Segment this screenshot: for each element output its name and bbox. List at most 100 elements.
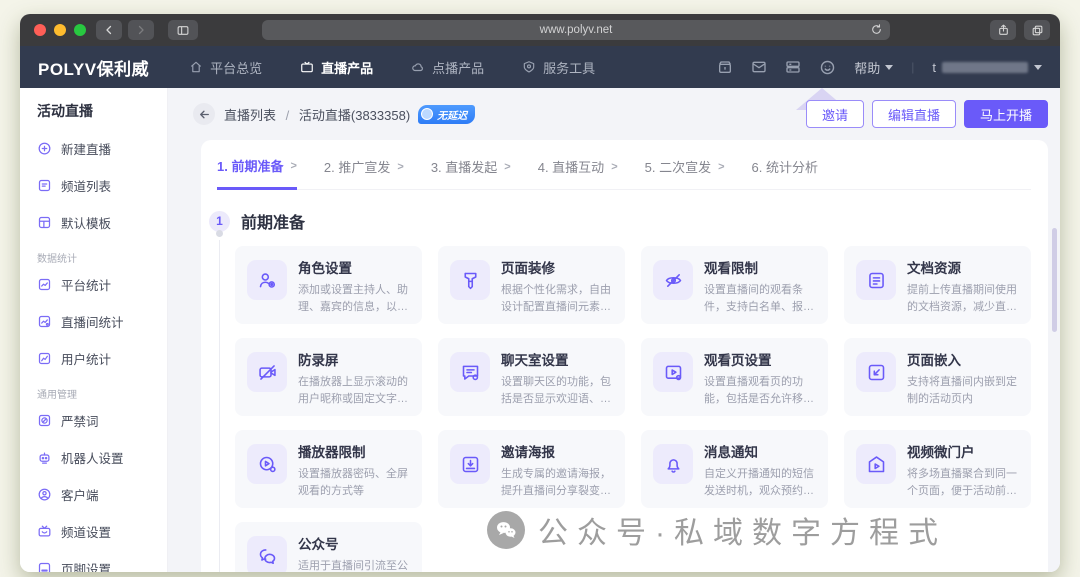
arrow-left-icon xyxy=(198,108,211,121)
sidebar-item-channel-settings[interactable]: 频道设置 xyxy=(37,513,161,550)
sidebar: 活动直播 新建直播 频道列表 默认模板 数据统计 平台统计 xyxy=(20,88,168,572)
sidebar-item-footer-settings[interactable]: 页脚设置 xyxy=(37,550,161,572)
card-anti-screen-record[interactable]: 防录屏在播放器上显示滚动的用户昵称或固定文字，达到防… xyxy=(235,338,422,416)
header-buttons: 邀请 编辑直播 马上开播 xyxy=(806,100,1048,128)
sidebar-toggle-button[interactable] xyxy=(168,20,198,40)
console-icon[interactable] xyxy=(785,59,801,75)
chevron-right-icon: > xyxy=(397,161,403,173)
sidebar-item-client[interactable]: 客户端 xyxy=(37,476,161,513)
address-bar[interactable]: www.polyv.net xyxy=(262,20,890,40)
home-icon xyxy=(189,60,203,74)
chevron-right-icon: > xyxy=(504,161,510,173)
robot-icon xyxy=(37,450,52,465)
chat-settings-icon xyxy=(450,352,490,392)
start-live-button[interactable]: 马上开播 xyxy=(964,100,1048,128)
nav-item-vod-products[interactable]: 点播产品 xyxy=(411,58,484,77)
back-circle-button[interactable] xyxy=(193,103,215,125)
edit-live-button[interactable]: 编辑直播 xyxy=(872,100,956,128)
tab-promotion[interactable]: 2. 推广宣发> xyxy=(324,156,404,189)
breadcrumb-current: 活动直播(3833358) xyxy=(299,108,410,123)
storage-box-icon[interactable] xyxy=(717,59,733,75)
screenshot-stage: www.polyv.net POLYV保利威 平台总览 直播产品 xyxy=(0,0,1080,577)
page-header: 直播列表 / 活动直播(3833358) 无延迟 邀请 编辑直播 马上开播 xyxy=(168,88,1060,140)
card-message-notification[interactable]: 消息通知自定义开播通知的短信发送时机，观众预约直播后，… xyxy=(641,430,828,508)
tools-icon xyxy=(522,60,536,74)
chart-icon xyxy=(37,314,52,329)
card-invite-poster[interactable]: 邀请海报生成专属的邀请海报，提升直播间分享裂变的效果 xyxy=(438,430,625,508)
watermark-text: 公众号·私域数字方程式 xyxy=(538,508,947,552)
tab-analytics[interactable]: 6. 统计分析 xyxy=(752,156,818,189)
chevron-left-icon xyxy=(103,24,115,36)
forbidden-icon xyxy=(37,413,52,428)
channel-settings-icon xyxy=(37,524,52,539)
portal-icon xyxy=(856,444,896,484)
sidebar-item-platform-stats[interactable]: 平台统计 xyxy=(37,266,161,303)
card-role-settings[interactable]: 角色设置添加或设置主持人、助理、嘉宾的信息，以及新增助… xyxy=(235,246,422,324)
share-button[interactable] xyxy=(990,20,1016,40)
minimize-window-button[interactable] xyxy=(54,24,66,36)
app-top-nav: POLYV保利威 平台总览 直播产品 点播产品 服务工具 xyxy=(20,46,1060,88)
url-text: www.polyv.net xyxy=(540,24,613,36)
card-page-embed[interactable]: 页面嵌入支持将直播间内嵌到定制的活动页内 xyxy=(844,338,1031,416)
zoom-window-button[interactable] xyxy=(74,24,86,36)
sidebar-item-user-stats[interactable]: 用户统计 xyxy=(37,340,161,377)
customer-service-icon[interactable] xyxy=(819,59,836,76)
account-menu[interactable]: t xyxy=(932,60,1042,75)
timeline-line xyxy=(219,240,220,572)
timeline-dot xyxy=(216,230,223,237)
breadcrumb-root[interactable]: 直播列表 xyxy=(224,108,276,123)
chevron-right-icon: > xyxy=(611,161,617,173)
template-icon xyxy=(37,215,52,230)
card-chatroom-settings[interactable]: 聊天室设置设置聊天区的功能，包括是否显示欢迎语、是否支持… xyxy=(438,338,625,416)
sidebar-item-robot-settings[interactable]: 机器人设置 xyxy=(37,439,161,476)
close-window-button[interactable] xyxy=(34,24,46,36)
vod-icon xyxy=(411,60,425,74)
polyv-logo[interactable]: POLYV保利威 xyxy=(38,55,149,80)
step-tabs: 1. 前期准备> 2. 推广宣发> 3. 直播发起> 4. 直播互动> 5. 二… xyxy=(217,140,1031,190)
decorate-icon xyxy=(450,260,490,300)
back-button[interactable] xyxy=(96,20,122,40)
invite-button[interactable]: 邀请 xyxy=(806,100,864,128)
nav-item-live-products[interactable]: 直播产品 xyxy=(300,58,373,77)
card-watch-page-settings[interactable]: 观看页设置设置直播观看页的功能，包括是否允许移动端观看等 xyxy=(641,338,828,416)
sidebar-section-stats: 数据统计 xyxy=(37,250,161,265)
browser-titlebar: www.polyv.net xyxy=(20,14,1060,46)
card-page-decoration[interactable]: 页面装修根据个性化需求，自由设计配置直播间元素。支持自… xyxy=(438,246,625,324)
scrollbar-thumb[interactable] xyxy=(1052,228,1057,332)
help-menu[interactable]: 帮助 xyxy=(854,58,893,77)
share-icon xyxy=(997,23,1010,37)
mail-icon[interactable] xyxy=(751,59,767,75)
channel-list-icon xyxy=(37,178,52,193)
traffic-lights xyxy=(34,24,86,36)
card-document-resources[interactable]: 文档资源提前上传直播期间使用的文档资源，减少直播中的失… xyxy=(844,246,1031,324)
chevron-right-icon: > xyxy=(718,161,724,173)
tab-launch[interactable]: 3. 直播发起> xyxy=(431,156,511,189)
sidebar-item-banned-words[interactable]: 严禁词 xyxy=(37,402,161,439)
tab-repromotion[interactable]: 5. 二次宣发> xyxy=(645,156,725,189)
sidebar-item-new-live[interactable]: 新建直播 xyxy=(37,130,161,167)
nav-item-platform-overview[interactable]: 平台总览 xyxy=(189,58,262,77)
card-player-restriction[interactable]: 播放器限制设置播放器密码、全屏观看的方式等 xyxy=(235,430,422,508)
sidebar-item-channel-list[interactable]: 频道列表 xyxy=(37,167,161,204)
bell-icon xyxy=(653,444,693,484)
embed-icon xyxy=(856,352,896,392)
reload-icon[interactable] xyxy=(870,23,883,36)
tab-preparation[interactable]: 1. 前期准备> xyxy=(217,156,297,190)
tabs-icon xyxy=(1031,24,1044,37)
forward-button[interactable] xyxy=(128,20,154,40)
card-video-portal[interactable]: 视频微门户将多场直播聚合到同一个页面，便于活动前期的宣发… xyxy=(844,430,1031,508)
watermark: 公众号·私域数字方程式 xyxy=(487,508,947,552)
tab-overview-button[interactable] xyxy=(1024,20,1050,40)
card-official-account[interactable]: 公众号适用于直播间引流至公众号或客服，沉淀用户至私域… xyxy=(235,522,422,572)
plus-circle-icon xyxy=(37,141,52,156)
tab-interaction[interactable]: 4. 直播互动> xyxy=(538,156,618,189)
chevron-down-icon xyxy=(885,65,893,70)
nav-item-service-tools[interactable]: 服务工具 xyxy=(522,58,595,77)
content-panel: 1. 前期准备> 2. 推广宣发> 3. 直播发起> 4. 直播互动> 5. 二… xyxy=(201,140,1048,572)
titlebar-right-buttons xyxy=(990,20,1050,40)
sidebar-item-room-stats[interactable]: 直播间统计 xyxy=(37,303,161,340)
card-watch-restriction[interactable]: 观看限制设置直播间的观看条件，支持白名单、报名观看、验… xyxy=(641,246,828,324)
sidebar-item-default-template[interactable]: 默认模板 xyxy=(37,204,161,241)
sidebar-section-manage: 通用管理 xyxy=(37,386,161,401)
live-icon xyxy=(300,60,314,74)
